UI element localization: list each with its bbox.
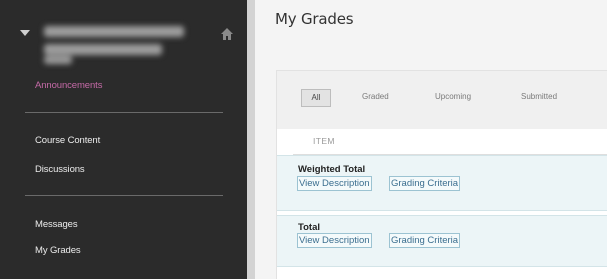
sidebar-item-my-grades[interactable]: My Grades [35,245,81,256]
collapse-menu-icon[interactable] [20,30,30,36]
grade-row: Total View Description Grading Criteria [277,215,607,267]
filter-tab-all[interactable]: All [301,89,331,107]
home-icon[interactable] [220,27,234,41]
sidebar-divider [25,112,223,113]
column-header-item[interactable]: ITEM [313,136,335,146]
sidebar-divider [25,195,223,196]
sidebar-item-discussions[interactable]: Discussions [35,164,85,175]
filter-tab-graded[interactable]: Graded [362,92,389,101]
course-header [0,0,247,78]
view-description-link[interactable]: View Description [297,233,372,248]
grading-criteria-link[interactable]: Grading Criteria [389,176,461,191]
grades-panel: All Graded Upcoming Submitted ITEM Weigh… [276,70,607,279]
course-menu-sidebar: Announcements Course Content Discussions… [0,0,247,279]
sidebar-item-course-content[interactable]: Course Content [35,135,100,146]
item-name: Weighted Total [298,164,366,175]
page-title: My Grades [275,10,354,28]
grade-row: Weighted Total View Description Grading … [277,155,607,211]
grading-criteria-link[interactable]: Grading Criteria [389,233,461,248]
filter-bar: All Graded Upcoming Submitted [277,71,607,129]
filter-tab-submitted[interactable]: Submitted [521,92,557,101]
sidebar-item-announcements[interactable]: Announcements [35,80,102,91]
course-title-redacted [44,22,189,64]
item-name: Total [298,222,320,233]
view-description-link[interactable]: View Description [297,176,372,191]
filter-tab-upcoming[interactable]: Upcoming [435,92,471,101]
sidebar-item-messages[interactable]: Messages [35,219,78,230]
main-content: My Grades All Graded Upcoming Submitted … [255,0,607,279]
sidebar-border [247,0,255,279]
